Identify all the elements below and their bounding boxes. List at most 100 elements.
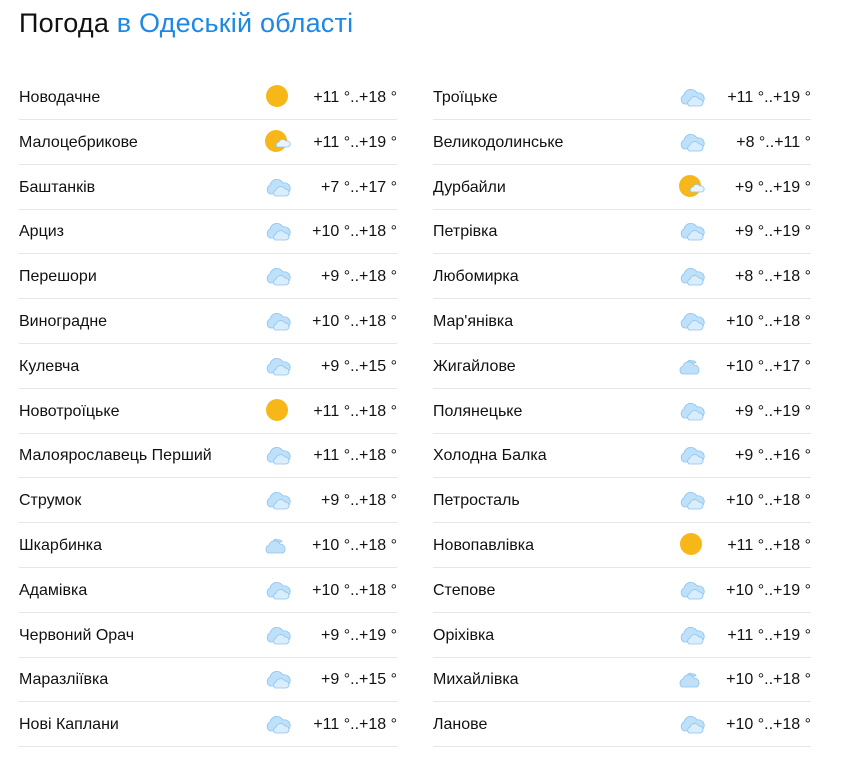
- city-row[interactable]: Струмок +9 °..+18 °: [19, 479, 397, 524]
- temperature-range: +10 °..+18 °: [312, 223, 397, 241]
- city-name[interactable]: Шкарбинка: [19, 536, 102, 556]
- page-title: Погода в Одеській області: [19, 5, 353, 41]
- city-name[interactable]: Маразліївка: [19, 670, 108, 690]
- city-row[interactable]: Маразліївка +9 °..+15 °: [19, 658, 397, 703]
- city-row[interactable]: Червоний Орач +9 °..+19 °: [19, 614, 397, 658]
- left-city-list: Новодачне +11 °..+18 ° Малоцебрикове +11 °.…: [19, 76, 397, 748]
- temperature-range: +9 °..+19 °: [735, 178, 811, 196]
- cloud-icon: [677, 398, 705, 422]
- city-row[interactable]: Адамівка +10 °..+18 °: [19, 569, 397, 613]
- city-name[interactable]: Баштанків: [19, 178, 95, 198]
- city-row[interactable]: Полянецьке +9 °..+19 °: [433, 390, 811, 434]
- city-name[interactable]: Холодна Балка: [433, 446, 547, 466]
- city-name[interactable]: Троїцьке: [433, 88, 498, 108]
- city-name[interactable]: Новодачне: [19, 88, 100, 108]
- sun-icon: [263, 84, 291, 108]
- temperature-range: +9 °..+15 °: [321, 357, 397, 375]
- cloud-icon: [677, 308, 705, 332]
- city-row[interactable]: Баштанків +7 °..+17 °: [19, 166, 397, 210]
- city-row[interactable]: Дурбайли +9 °..+19 °: [433, 166, 811, 210]
- temperature-range: +9 °..+19 °: [735, 223, 811, 241]
- city-row[interactable]: Кулевча +9 °..+15 °: [19, 345, 397, 389]
- city-row[interactable]: Троїцьке +11 °..+19 °: [433, 76, 811, 120]
- city-row[interactable]: Великодолинське +8 °..+11 °: [433, 121, 811, 165]
- city-name[interactable]: Оріхівка: [433, 626, 494, 646]
- city-name[interactable]: Ланове: [433, 715, 487, 735]
- city-name[interactable]: Струмок: [19, 491, 81, 511]
- city-row[interactable]: Шкарбинка +10 °..+18 °: [19, 524, 397, 568]
- city-name[interactable]: Петрівка: [433, 222, 497, 242]
- title-text: Погода: [19, 8, 110, 38]
- cloud-icon: [677, 129, 705, 153]
- city-row[interactable]: Новопавлівка +11 °..+18 °: [433, 524, 811, 568]
- city-row[interactable]: Арциз +10 °..+18 °: [19, 210, 397, 255]
- temperature-range: +9 °..+18 °: [321, 268, 397, 286]
- city-row[interactable]: Петрівка +9 °..+19 °: [433, 210, 811, 255]
- temperature-range: +10 °..+18 °: [726, 312, 811, 330]
- city-row[interactable]: Оріхівка +11 °..+19 °: [433, 614, 811, 658]
- temperature-range: +10 °..+17 °: [726, 357, 811, 375]
- city-name[interactable]: Кулевча: [19, 357, 79, 377]
- city-name[interactable]: Новопавлівка: [433, 536, 534, 556]
- temperature-range: +10 °..+19 °: [726, 581, 811, 599]
- small-cloud-icon: [677, 353, 705, 377]
- city-name[interactable]: Степове: [433, 581, 495, 601]
- city-name[interactable]: Малоцебрикове: [19, 133, 138, 153]
- city-name[interactable]: Михайлівка: [433, 670, 519, 690]
- city-row[interactable]: Петросталь +10 °..+18 °: [433, 479, 811, 524]
- city-row[interactable]: Новодачне +11 °..+18 °: [19, 76, 397, 120]
- region-link[interactable]: в Одеській області: [117, 8, 354, 38]
- city-row[interactable]: Перешори +9 °..+18 °: [19, 255, 397, 300]
- city-row[interactable]: Малоцебрикове +11 °..+19 °: [19, 121, 397, 165]
- temperature-range: +11 °..+18 °: [727, 536, 811, 554]
- city-name[interactable]: Червоний Орач: [19, 626, 134, 646]
- cloud-icon: [263, 308, 291, 332]
- city-row[interactable]: Нові Каплани +11 °..+18 °: [19, 703, 397, 748]
- sun-behind-small-cloud-icon: [677, 174, 705, 198]
- city-row[interactable]: Ланове +10 °..+18 °: [433, 703, 811, 748]
- city-name[interactable]: Жигайлове: [433, 357, 516, 377]
- small-cloud-icon: [677, 666, 705, 690]
- city-name[interactable]: Великодолинське: [433, 133, 563, 153]
- temperature-range: +9 °..+19 °: [321, 626, 397, 644]
- city-row[interactable]: Жигайлове +10 °..+17 °: [433, 345, 811, 389]
- temperature-range: +10 °..+18 °: [312, 581, 397, 599]
- city-name[interactable]: Петросталь: [433, 491, 520, 511]
- sun-behind-small-cloud-icon: [263, 129, 291, 153]
- temperature-range: +11 °..+19 °: [727, 626, 811, 644]
- temperature-range: +8 °..+18 °: [735, 268, 811, 286]
- temperature-range: +7 °..+17 °: [321, 178, 397, 196]
- city-name[interactable]: Дурбайли: [433, 178, 506, 198]
- city-name[interactable]: Адамівка: [19, 581, 87, 601]
- city-name[interactable]: Мар'янівка: [433, 312, 513, 332]
- city-name[interactable]: Малоярославець Перший: [19, 446, 212, 466]
- temperature-range: +9 °..+18 °: [321, 492, 397, 510]
- temperature-range: +11 °..+18 °: [313, 716, 397, 734]
- city-name[interactable]: Новотроїцьке: [19, 402, 119, 422]
- city-row[interactable]: Степове +10 °..+19 °: [433, 569, 811, 613]
- cloud-icon: [677, 622, 705, 646]
- city-row[interactable]: Виноградне +10 °..+18 °: [19, 300, 397, 344]
- city-name[interactable]: Полянецьке: [433, 402, 522, 422]
- city-row[interactable]: Любомирка +8 °..+18 °: [433, 255, 811, 300]
- city-name[interactable]: Любомирка: [433, 267, 519, 287]
- city-row[interactable]: Мар'янівка +10 °..+18 °: [433, 300, 811, 344]
- city-row[interactable]: Новотроїцьке +11 °..+18 °: [19, 390, 397, 434]
- city-name[interactable]: Перешори: [19, 267, 97, 287]
- cloud-icon: [677, 711, 705, 735]
- city-row[interactable]: Малоярославець Перший +11 °..+18 °: [19, 434, 397, 479]
- city-row[interactable]: Михайлівка +10 °..+18 °: [433, 658, 811, 703]
- temperature-range: +11 °..+18 °: [313, 402, 397, 420]
- city-name[interactable]: Арциз: [19, 222, 64, 242]
- temperature-range: +10 °..+18 °: [312, 536, 397, 554]
- city-name[interactable]: Нові Каплани: [19, 715, 119, 735]
- city-row[interactable]: Холодна Балка +9 °..+16 °: [433, 434, 811, 479]
- cloud-icon: [263, 442, 291, 466]
- city-name[interactable]: Виноградне: [19, 312, 107, 332]
- temperature-range: +8 °..+11 °: [736, 133, 811, 151]
- temperature-range: +9 °..+16 °: [735, 447, 811, 465]
- cloud-icon: [263, 577, 291, 601]
- temperature-range: +10 °..+18 °: [312, 312, 397, 330]
- cloud-icon: [263, 666, 291, 690]
- cloud-icon: [263, 622, 291, 646]
